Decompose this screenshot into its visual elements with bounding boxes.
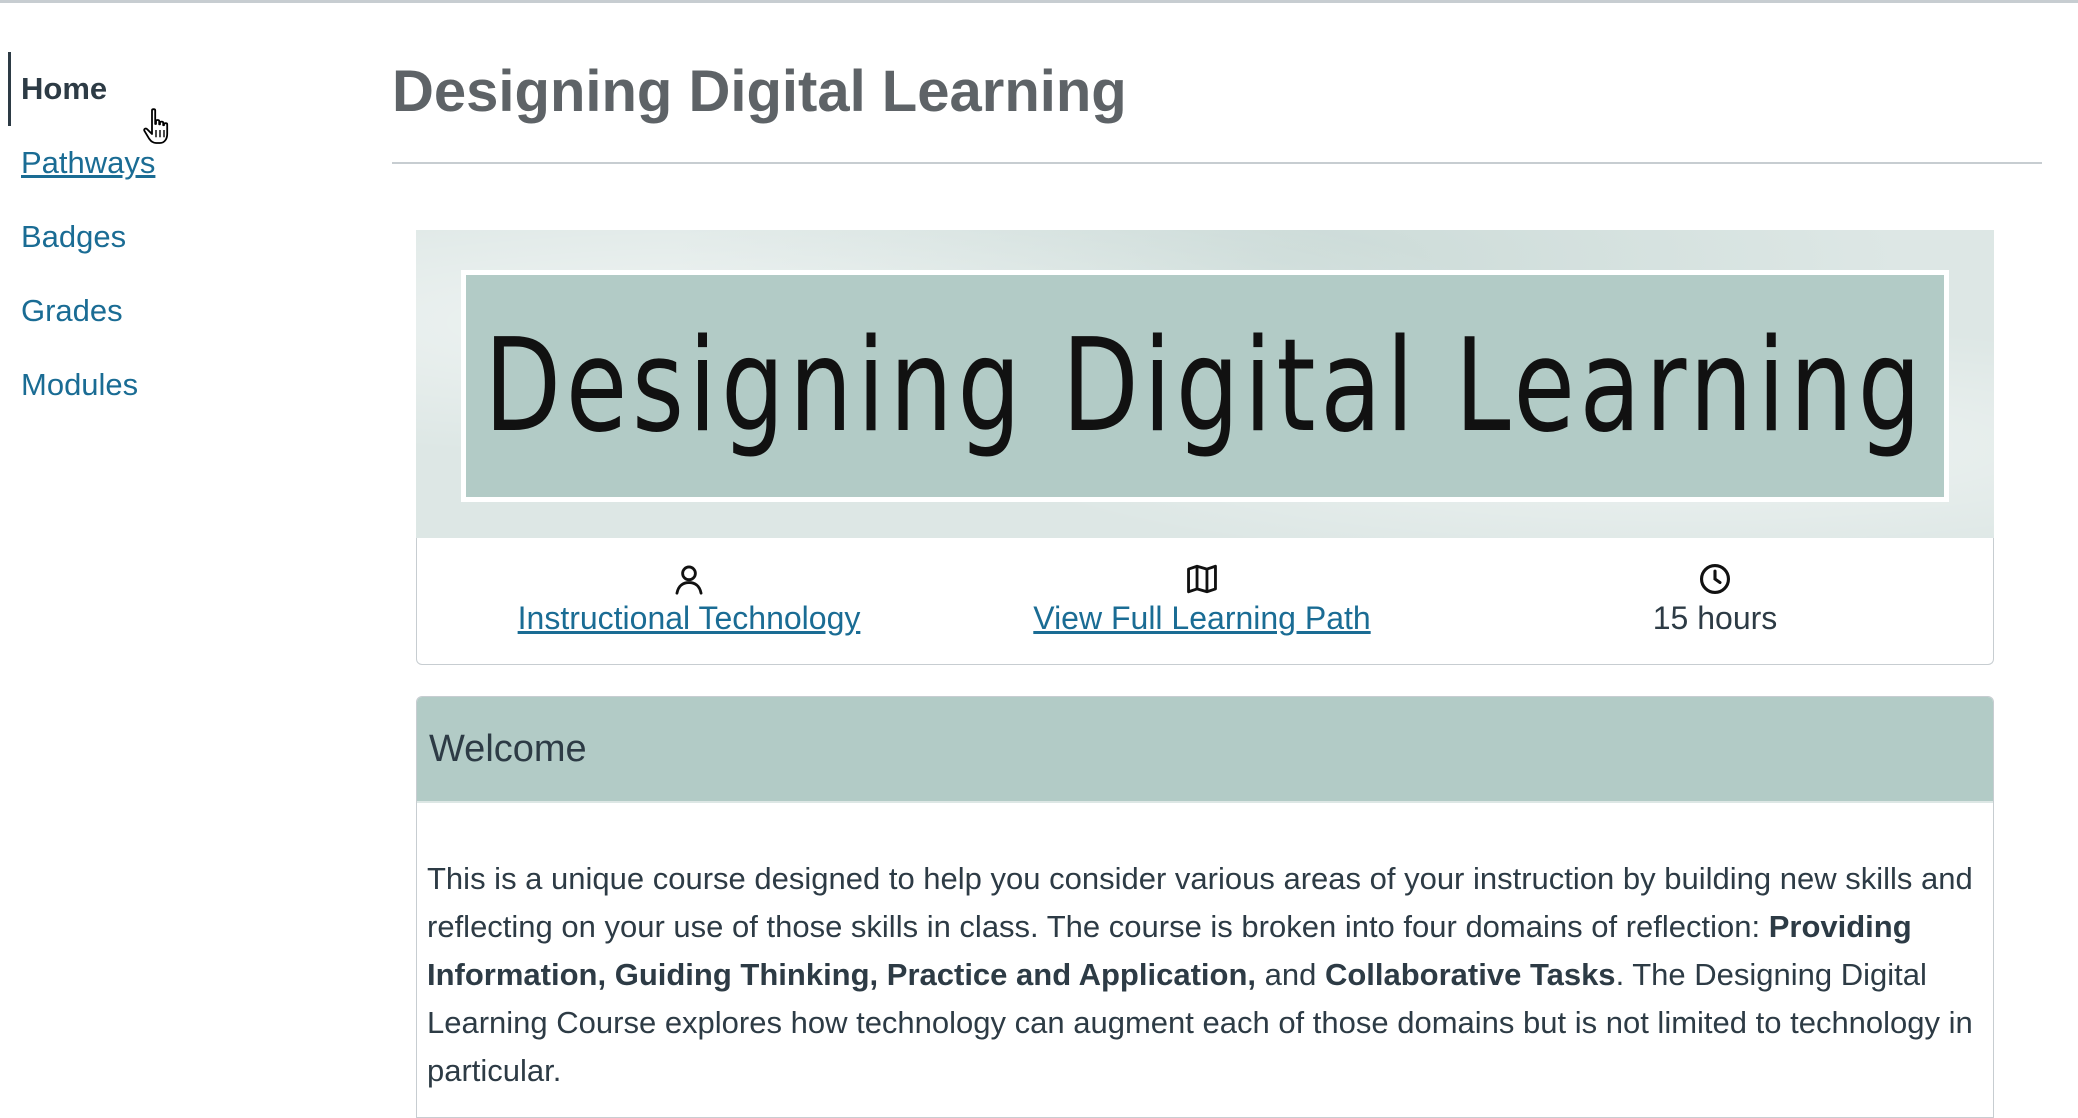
title-divider bbox=[392, 162, 2042, 164]
nav-grades-label: Grades bbox=[21, 293, 123, 328]
nav-pathways-label: Pathways bbox=[21, 145, 156, 180]
banner-frame: Designing Digital Learning bbox=[461, 270, 1949, 502]
welcome-description: This is a unique course designed to help… bbox=[417, 803, 1993, 1095]
user-icon bbox=[675, 565, 703, 595]
category-link[interactable]: Instructional Technology bbox=[518, 600, 861, 636]
course-banner: Designing Digital Learning bbox=[416, 230, 1994, 538]
course-info-bar: Instructional Technology View Full Learn… bbox=[416, 538, 1994, 665]
info-duration: 15 hours bbox=[1455, 562, 1975, 637]
nav-badges[interactable]: Badges bbox=[8, 200, 308, 274]
info-category: Instructional Technology bbox=[429, 562, 949, 637]
welcome-panel: Welcome This is a unique course designed… bbox=[416, 696, 1994, 1118]
welcome-text-1: This is a unique course designed to help… bbox=[427, 861, 1973, 944]
banner-title: Designing Digital Learning bbox=[484, 311, 1926, 461]
welcome-heading: Welcome bbox=[417, 697, 1993, 803]
map-icon bbox=[1187, 564, 1217, 594]
clock-icon bbox=[1699, 563, 1731, 595]
nav-modules-label: Modules bbox=[21, 367, 139, 402]
nav-badges-label: Badges bbox=[21, 219, 127, 254]
top-border bbox=[0, 0, 2078, 3]
view-learning-path-link[interactable]: View Full Learning Path bbox=[1033, 600, 1370, 636]
page-title: Designing Digital Learning bbox=[392, 59, 1127, 124]
collaborative-tasks: Collaborative Tasks bbox=[1324, 957, 1616, 992]
nav-grades[interactable]: Grades bbox=[8, 274, 308, 348]
nav-modules[interactable]: Modules bbox=[8, 348, 308, 422]
info-learning-path: View Full Learning Path bbox=[942, 562, 1462, 637]
duration-text: 15 hours bbox=[1652, 600, 1778, 636]
hand-cursor-icon bbox=[143, 108, 169, 144]
welcome-and: and bbox=[1256, 957, 1325, 992]
nav-home-label: Home bbox=[21, 71, 108, 106]
